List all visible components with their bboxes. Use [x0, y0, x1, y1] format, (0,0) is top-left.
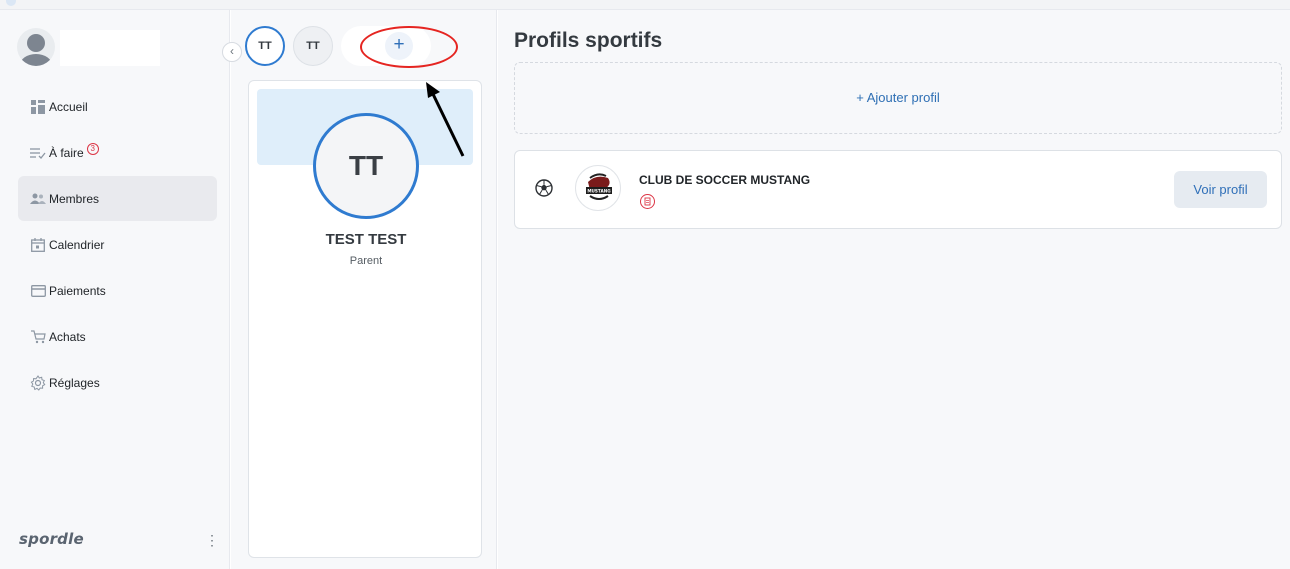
sidebar-item-label: Réglages: [49, 375, 100, 390]
sidebar-item-achats[interactable]: Achats: [18, 314, 217, 359]
page-title: Profils sportifs: [514, 29, 663, 52]
club-profile-card: MUSTANG CLUB DE SOCCER MUSTANG Voir prof…: [514, 150, 1282, 229]
sidebar-item-label: Calendrier: [49, 237, 105, 252]
annotation-arrow-icon: [426, 82, 465, 157]
member-avatar: TT: [313, 113, 419, 219]
add-profile-button[interactable]: + Ajouter profil: [514, 62, 1282, 134]
calendar-icon: [30, 237, 46, 253]
document-alert-icon: [640, 194, 655, 209]
sidebar-item-paiements[interactable]: Paiements: [18, 268, 217, 313]
sidebar-item-reglages[interactable]: Réglages: [18, 360, 217, 405]
grid-icon: [30, 99, 46, 115]
gear-icon: [30, 374, 46, 391]
sidebar-item-accueil[interactable]: Accueil: [18, 84, 217, 129]
member-chip-selected[interactable]: TT: [245, 26, 285, 66]
soccer-ball-icon: [535, 179, 553, 197]
view-profile-button[interactable]: Voir profil: [1174, 171, 1267, 208]
top-bar: [0, 0, 1290, 10]
todo-list-icon: [30, 145, 46, 161]
club-name: CLUB DE SOCCER MUSTANG: [639, 173, 811, 187]
club-logo: MUSTANG: [575, 165, 621, 211]
top-bar-mark: [6, 0, 16, 6]
cart-icon: [30, 329, 46, 345]
main-content: Profils sportifs + Ajouter profil MUSTAN…: [498, 10, 1290, 569]
credit-card-icon: [30, 283, 46, 299]
member-name: TEST TEST: [325, 231, 407, 248]
sidebar-item-label: Paiements: [49, 283, 106, 298]
sidebar-item-label: Membres: [49, 191, 100, 206]
todo-count-badge: 3: [86, 142, 99, 155]
sidebar-item-calendrier[interactable]: Calendrier: [18, 222, 217, 267]
annotation-red-ellipse: [360, 26, 458, 68]
sidebar-item-label: À faire: [49, 145, 84, 160]
member-role: Parent: [349, 255, 383, 267]
sidebar-nav: Accueil À faire 3 Membres Calendrier Pai…: [18, 84, 217, 406]
member-chip[interactable]: TT: [293, 26, 333, 66]
sidebar-item-label: Accueil: [49, 99, 88, 114]
sidebar: Accueil À faire 3 Membres Calendrier Pai…: [0, 10, 230, 569]
user-name-placeholder: [60, 30, 160, 66]
sidebar-item-label: Achats: [49, 329, 86, 344]
more-menu-icon[interactable]: ⋮: [205, 532, 219, 548]
user-avatar[interactable]: [17, 28, 55, 66]
members-icon: [30, 191, 46, 207]
sidebar-item-a-faire[interactable]: À faire 3: [18, 130, 217, 175]
collapse-sidebar-button[interactable]: ‹: [222, 42, 242, 62]
sidebar-item-membres[interactable]: Membres: [18, 176, 217, 221]
brand-logo: spordle: [19, 530, 84, 548]
svg-text:MUSTANG: MUSTANG: [587, 189, 611, 194]
